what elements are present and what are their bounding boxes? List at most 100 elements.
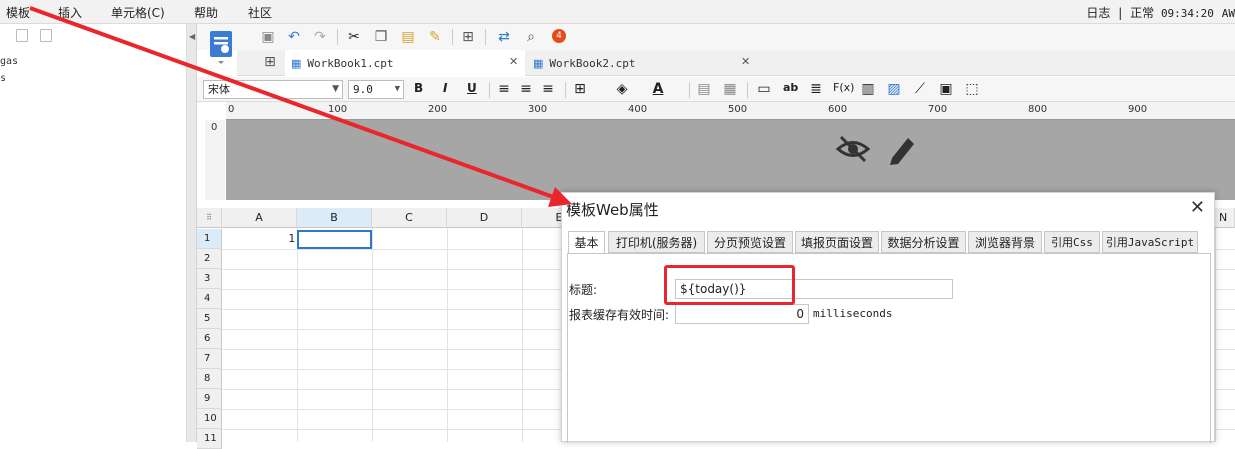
tab-data-analysis[interactable]: 数据分析设置 <box>881 231 966 253</box>
toolbar-divider <box>485 29 486 45</box>
merge-cells-icon[interactable]: ▤ <box>695 80 713 98</box>
log-link[interactable]: 日志 <box>1086 6 1110 20</box>
chart-icon[interactable]: ▥ <box>859 80 877 98</box>
grid-dots-icon: ⠿ <box>206 213 212 222</box>
grid-icon[interactable]: ⊞ <box>261 53 279 71</box>
text-button[interactable]: ab <box>783 81 798 94</box>
slash-icon[interactable]: ⟋ <box>911 80 929 98</box>
list-item[interactable]: gas <box>0 56 18 67</box>
float-element-icon[interactable]: ⬚ <box>963 80 981 98</box>
row-header[interactable]: 7 <box>197 349 222 369</box>
border-icon[interactable]: ⊞ <box>571 80 589 98</box>
list-item[interactable]: s <box>0 73 6 84</box>
close-icon[interactable]: ✕ <box>509 55 518 68</box>
align-center-icon[interactable]: ≡ <box>517 80 535 98</box>
toolbar-divider <box>565 82 566 98</box>
sub-report-icon[interactable]: ▣ <box>937 80 955 98</box>
tab-workbook1[interactable]: ▦ WorkBook1.cpt ✕ <box>285 50 525 76</box>
row-header[interactable]: 1 <box>197 229 222 249</box>
image-icon[interactable]: ▨ <box>885 80 903 98</box>
grid-line <box>1215 228 1216 442</box>
delete-icon[interactable] <box>16 29 28 42</box>
column-header[interactable]: N <box>1215 208 1235 228</box>
tab-fill-page[interactable]: 填报页面设置 <box>795 231 879 253</box>
hide-eye-icon[interactable] <box>835 134 871 167</box>
chevron-down-icon: ▼ <box>394 84 400 94</box>
column-header[interactable]: B <box>297 208 372 228</box>
selected-cell-b1[interactable] <box>297 230 372 249</box>
toolbar-divider <box>489 82 490 98</box>
row-header[interactable]: 4 <box>197 289 222 309</box>
tab-css[interactable]: 引用Css <box>1044 231 1100 253</box>
row-header[interactable]: 9 <box>197 389 222 409</box>
row-header[interactable]: 8 <box>197 369 222 389</box>
font-color-icon[interactable]: A <box>649 80 667 98</box>
font-family-select[interactable]: 宋体 ▼ <box>203 80 343 99</box>
align-right-icon[interactable]: ≡ <box>539 80 557 98</box>
tab-browser-background[interactable]: 浏览器背景 <box>968 231 1042 253</box>
font-size-select[interactable]: 9.0 ▼ <box>348 80 404 99</box>
cell-a1[interactable]: 1 <box>222 229 297 249</box>
cut-icon[interactable]: ✂ <box>345 28 363 46</box>
close-icon[interactable]: ✕ <box>741 55 750 68</box>
collapse-arrow-icon[interactable]: ◀ <box>189 32 195 41</box>
tab-pagination-preview[interactable]: 分页预览设置 <box>707 231 793 253</box>
status-area: 日志 | 正常 09:34:20 AW <box>1086 4 1235 21</box>
swap-icon[interactable]: ⇄ <box>495 28 513 46</box>
row-header[interactable]: 2 <box>197 249 222 269</box>
format-painter-icon[interactable]: ✎ <box>426 28 444 46</box>
title-label: 标题: <box>569 283 598 297</box>
cache-time-value: 0 <box>796 307 804 321</box>
fill-color-icon[interactable]: ◈ <box>613 80 631 98</box>
ruler-tick: 500 <box>728 104 748 115</box>
row-header[interactable]: 10 <box>197 409 222 429</box>
tab-javascript[interactable]: 引用JavaScript <box>1102 231 1198 253</box>
formula-button[interactable]: F(x) <box>833 81 854 94</box>
panel-splitter[interactable]: ◀ <box>187 24 197 442</box>
template-icon[interactable] <box>206 28 236 66</box>
bold-button[interactable]: B <box>414 81 423 95</box>
preview-search-icon[interactable]: ⌕ <box>522 28 540 46</box>
underline-button[interactable]: U <box>467 81 477 95</box>
richtext-icon[interactable]: ≣ <box>807 80 825 98</box>
copy-icon[interactable]: ❐ <box>372 28 390 46</box>
vertical-ruler: 0 <box>205 120 225 200</box>
menu-insert[interactable]: 插入 <box>58 4 82 21</box>
menu-template[interactable]: 模板 <box>6 4 30 21</box>
ruler-tick: 800 <box>1028 104 1048 115</box>
row-header[interactable]: 11 <box>197 429 222 449</box>
title-input[interactable]: ${today()} <box>675 279 953 299</box>
copy-icon[interactable] <box>40 29 52 42</box>
menu-cell[interactable]: 单元格(C) <box>111 4 165 21</box>
insert-row-icon[interactable]: ▭ <box>755 80 773 98</box>
column-header[interactable]: A <box>222 208 297 228</box>
template-web-properties-dialog: 模板Web属性 ✕ 基本 打印机(服务器) 分页预览设置 填报页面设置 数据分析… <box>561 192 1215 443</box>
tab-label: WorkBook1.cpt <box>307 56 394 70</box>
select-all-corner[interactable]: ⠿ <box>197 208 222 228</box>
undo-icon[interactable]: ↶ <box>285 28 303 46</box>
menu-community[interactable]: 社区 <box>248 4 272 21</box>
paste-icon[interactable]: ▤ <box>399 28 417 46</box>
cache-time-input[interactable]: 0 <box>675 304 809 324</box>
italic-button[interactable]: I <box>443 81 447 95</box>
column-header[interactable]: C <box>372 208 447 228</box>
save-icon[interactable]: ▣ <box>259 28 277 46</box>
menu-help[interactable]: 帮助 <box>194 4 218 21</box>
column-header[interactable]: D <box>447 208 522 228</box>
notification-badge[interactable]: 4 <box>552 29 566 43</box>
edit-pencil-icon[interactable] <box>886 132 918 169</box>
tab-basic[interactable]: 基本 <box>568 231 605 254</box>
template-properties-icon[interactable]: ⊞ <box>459 28 477 46</box>
row-header[interactable]: 6 <box>197 329 222 349</box>
align-left-icon[interactable]: ≡ <box>495 80 513 98</box>
format-toolbar: 宋体 ▼ 9.0 ▼ B I U ≡ ≡ ≡ ⊞ ◈ A ▤ ▦ ▭ ab ≣ … <box>197 77 1235 102</box>
tab-label: WorkBook2.cpt <box>549 56 636 70</box>
unmerge-cells-icon[interactable]: ▦ <box>721 80 739 98</box>
row-header[interactable]: 3 <box>197 269 222 289</box>
close-icon[interactable]: ✕ <box>1190 197 1205 218</box>
tab-printer-server[interactable]: 打印机(服务器) <box>608 231 705 253</box>
tab-workbook2[interactable]: ▦ WorkBook2.cpt ✕ <box>527 50 757 76</box>
redo-icon[interactable]: ↷ <box>311 28 329 46</box>
row-header[interactable]: 5 <box>197 309 222 329</box>
ruler-tick: 100 <box>328 104 348 115</box>
